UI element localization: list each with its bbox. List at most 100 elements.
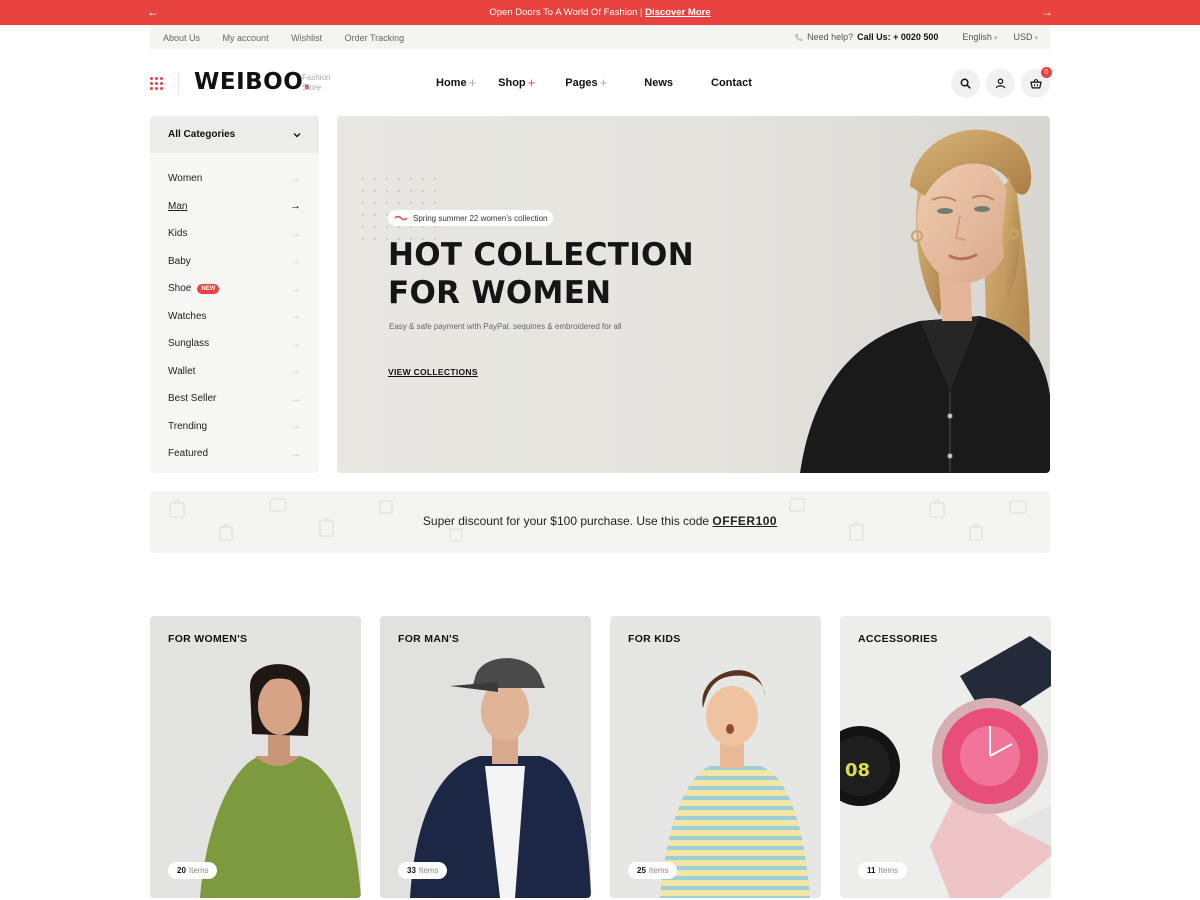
nav-shop[interactable]: Shop + — [498, 75, 536, 90]
dot-pattern — [362, 178, 436, 240]
hero-description: Easy & safe payment with PayPal. sequine… — [389, 322, 622, 331]
category-title: FOR MAN'S — [398, 633, 460, 645]
wishlist-link[interactable]: Wishlist — [291, 33, 322, 43]
wave-icon — [394, 215, 408, 221]
item-unit: Items — [648, 866, 669, 875]
cart-button[interactable]: 0 — [1021, 67, 1052, 98]
search-button[interactable] — [951, 69, 980, 98]
arrow-right-icon: → — [290, 365, 301, 378]
category-item-wallet[interactable]: Wallet → — [150, 358, 319, 386]
plus-icon: + — [527, 75, 536, 90]
hero-title-line-2: FOR WOMEN — [388, 275, 612, 311]
about-us-link[interactable]: About Us — [163, 33, 200, 43]
arrow-right-icon: → — [290, 420, 301, 433]
next-arrow-icon[interactable]: → — [1041, 5, 1053, 19]
category-item-women[interactable]: Women → — [150, 165, 319, 193]
item-count-badge: 33 Items — [398, 862, 448, 879]
search-icon — [960, 78, 971, 89]
nav-pages[interactable]: Pages + — [565, 75, 608, 90]
category-item-sunglass[interactable]: Sunglass → — [150, 330, 319, 358]
logo-sub-line-1: Fashion — [302, 73, 331, 82]
category-item-shoe[interactable]: Shoe NEW → — [150, 275, 319, 303]
currency-select[interactable]: USD ▾ — [1013, 32, 1038, 42]
announcement-text: Open Doors To A World Of Fashion | — [489, 7, 643, 18]
category-item-watches[interactable]: Watches → — [150, 303, 319, 331]
category-label: Trending — [168, 420, 208, 432]
language-select[interactable]: English ▾ — [962, 32, 997, 42]
category-sidebar: All Categories Women → Man → Kids → Baby → S… — [150, 116, 319, 473]
nav-contact[interactable]: Contact — [711, 77, 752, 89]
arrow-right-icon: → — [290, 337, 301, 350]
hero-banner: Spring summer 22 women's collection HOT … — [337, 116, 1050, 473]
hero-title: HOT COLLECTION FOR WOMEN — [388, 236, 694, 312]
category-label: Watches — [168, 310, 207, 322]
item-count-badge: 25 Items — [628, 862, 678, 879]
category-item-best-seller[interactable]: Best Seller → — [150, 385, 319, 413]
category-item-kids[interactable]: Kids → — [150, 220, 319, 248]
category-item-featured[interactable]: Featured → — [150, 440, 319, 468]
nav-news[interactable]: News — [644, 77, 673, 89]
nav-home-label: Home — [436, 77, 467, 89]
chevron-down-icon — [293, 132, 301, 137]
category-item-man[interactable]: Man → — [150, 193, 319, 221]
arrow-right-icon: → — [290, 447, 301, 460]
category-label: Man — [168, 200, 188, 212]
category-title: ACCESSORIES — [858, 633, 938, 645]
arrow-right-icon: → — [290, 172, 301, 185]
call-us-number[interactable]: Call Us: + 0020 500 — [857, 32, 938, 42]
collection-tag: Spring summer 22 women's collection — [388, 210, 554, 226]
category-label: Featured — [168, 448, 209, 460]
discount-code[interactable]: OFFER100 — [712, 514, 777, 528]
all-categories-toggle[interactable]: All Categories — [150, 116, 319, 153]
item-count-badge: 11 Items — [858, 862, 908, 879]
discount-message: Super discount for your $100 purchase. U… — [150, 514, 1050, 528]
category-title: FOR WOMEN'S — [168, 633, 248, 645]
basket-icon — [1029, 78, 1042, 89]
help-contact: Need help? Call Us: + 0020 500 — [794, 32, 938, 42]
plus-icon: + — [599, 75, 608, 90]
view-collections-link[interactable]: VIEW COLLECTIONS — [388, 367, 478, 377]
site-header: WEIBOO. Fashion Store Home + Shop + Pages +… — [150, 60, 1052, 106]
category-card-man[interactable]: FOR MAN'S 33 Items — [380, 616, 591, 898]
discount-text: Super discount for your $100 purchase. U… — [422, 514, 710, 528]
utility-links: About Us My account Wishlist Order Track… — [163, 33, 424, 43]
collection-tag-text: Spring summer 22 women's collection — [413, 213, 548, 223]
item-unit: Items — [188, 866, 209, 875]
announcement-bar: ← Open Doors To A World Of Fashion | Dis… — [0, 0, 1200, 25]
category-label: Wallet — [168, 365, 196, 377]
site-logo[interactable]: WEIBOO. — [194, 69, 312, 95]
category-card-kids[interactable]: FOR KIDS 25 Items — [610, 616, 821, 898]
item-count-badge: 20 Items — [168, 862, 218, 879]
discount-banner: Super discount for your $100 purchase. U… — [150, 491, 1050, 553]
category-card-accessories[interactable]: 08 ACCESSORIES 11 Items — [840, 616, 1051, 898]
svg-text:08: 08 — [845, 760, 870, 781]
item-unit: Items — [418, 866, 439, 875]
arrow-right-icon: → — [290, 310, 301, 323]
arrow-right-icon: → — [290, 255, 301, 268]
account-button[interactable] — [986, 69, 1015, 98]
nav-news-label: News — [644, 77, 674, 89]
category-list: Women → Man → Kids → Baby → Shoe NEW → Watches… — [150, 153, 319, 468]
grid-menu-icon[interactable] — [150, 77, 163, 90]
nav-home[interactable]: Home + — [436, 76, 476, 89]
category-card-women[interactable]: FOR WOMEN'S 20 Items — [150, 616, 361, 898]
order-tracking-link[interactable]: Order Tracking — [345, 33, 405, 43]
item-unit: Items — [878, 866, 899, 875]
category-item-trending[interactable]: Trending → — [150, 413, 319, 441]
my-account-link[interactable]: My account — [223, 33, 269, 43]
category-item-baby[interactable]: Baby → — [150, 248, 319, 276]
language-value: English — [962, 32, 992, 42]
category-label: Women — [168, 173, 203, 185]
chevron-down-icon: ▾ — [1034, 35, 1038, 42]
accessories-category-image: 08 — [840, 636, 1051, 898]
user-icon — [995, 78, 1006, 89]
logo-sub-line-2: Store — [302, 83, 322, 92]
category-label: Sunglass — [168, 338, 210, 350]
discover-more-link[interactable]: Discover More — [645, 7, 710, 18]
item-count: 25 — [637, 866, 646, 875]
utility-right: Need help? Call Us: + 0020 500 English ▾ … — [794, 32, 1038, 42]
man-category-image — [410, 658, 591, 898]
category-label: Shoe — [168, 283, 192, 295]
kids-category-image — [660, 670, 810, 898]
category-title: FOR KIDS — [628, 633, 681, 645]
